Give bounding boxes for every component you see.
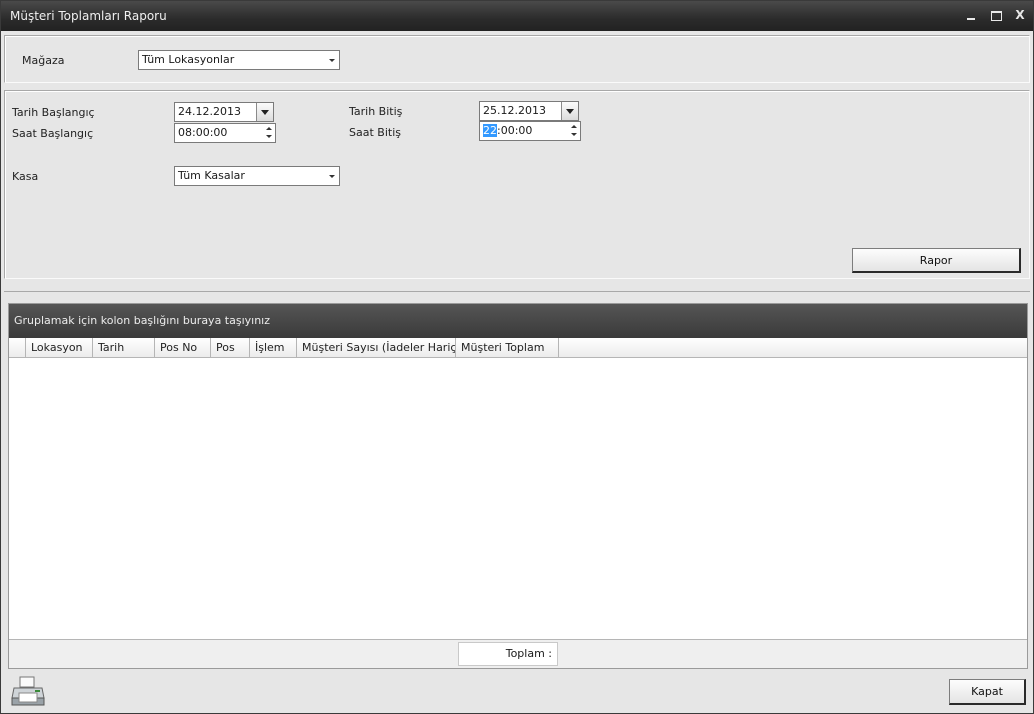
- minimize-icon[interactable]: [963, 7, 979, 23]
- filter-panel: Tarih Başlangıç 24.12.2013 Saat Başlangı…: [4, 90, 1030, 279]
- time-end-spinner[interactable]: 22:00:00: [479, 121, 581, 141]
- register-label: Kasa: [12, 170, 39, 183]
- date-end-label: Tarih Bitiş: [349, 105, 403, 118]
- group-by-panel[interactable]: Gruplamak için kolon başlığını buraya ta…: [9, 304, 1027, 338]
- calendar-dropdown-icon[interactable]: [561, 102, 578, 120]
- report-window: Müşteri Toplamları Raporu X Mağaza Tüm L…: [0, 0, 1034, 714]
- maximize-icon[interactable]: [988, 7, 1004, 23]
- date-start-label: Tarih Başlangıç: [12, 106, 95, 119]
- chevron-down-icon[interactable]: [329, 59, 335, 62]
- date-start-picker[interactable]: 24.12.2013: [174, 102, 274, 122]
- data-grid: Gruplamak için kolon başlığını buraya ta…: [8, 303, 1028, 669]
- date-start-value: 24.12.2013: [178, 105, 241, 118]
- time-start-label: Saat Başlangıç: [12, 127, 94, 140]
- store-panel: Mağaza Tüm Lokasyonlar: [4, 35, 1030, 83]
- title-bar[interactable]: Müşteri Toplamları Raporu X: [1, 1, 1033, 31]
- time-end-hour-selected[interactable]: 22: [483, 124, 497, 137]
- time-start-spinner[interactable]: 08:00:00: [174, 123, 276, 143]
- time-end-rest: :00:00: [497, 124, 533, 137]
- grid-header: Lokasyon Tarih Pos No Pos İşlem Müşteri …: [9, 338, 1027, 358]
- footer-total-cell: Toplam :: [458, 642, 558, 666]
- spin-up-icon[interactable]: [571, 125, 577, 128]
- column-header-tarih[interactable]: Tarih: [93, 338, 155, 357]
- column-header-pos[interactable]: Pos: [211, 338, 250, 357]
- close-icon[interactable]: X: [1012, 7, 1028, 23]
- divider: [4, 291, 1030, 292]
- spin-up-icon[interactable]: [266, 127, 272, 130]
- row-indicator-header: [9, 338, 26, 357]
- report-button[interactable]: Rapor: [852, 248, 1021, 273]
- column-header-musteri-toplam[interactable]: Müşteri Toplam: [456, 338, 559, 357]
- register-select[interactable]: Tüm Kasalar: [174, 166, 340, 186]
- spin-down-icon[interactable]: [571, 133, 577, 136]
- spin-down-icon[interactable]: [266, 135, 272, 138]
- time-start-value: 08:00:00: [178, 126, 228, 139]
- column-header-islem[interactable]: İşlem: [250, 338, 297, 357]
- register-select-value: Tüm Kasalar: [178, 169, 245, 182]
- grid-body[interactable]: [9, 359, 1027, 639]
- date-end-picker[interactable]: 25.12.2013: [479, 101, 579, 121]
- column-header-lokasyon[interactable]: Lokasyon: [26, 338, 93, 357]
- window-title: Müşteri Toplamları Raporu: [10, 9, 167, 23]
- calendar-dropdown-icon[interactable]: [256, 103, 273, 121]
- store-select-value: Tüm Lokasyonlar: [142, 53, 235, 66]
- printer-icon[interactable]: [11, 675, 45, 709]
- store-select[interactable]: Tüm Lokasyonlar: [138, 50, 340, 70]
- chevron-down-icon[interactable]: [329, 175, 335, 178]
- grid-footer: Toplam :: [9, 639, 1027, 668]
- column-header-pos-no[interactable]: Pos No: [155, 338, 211, 357]
- date-end-value: 25.12.2013: [483, 104, 546, 117]
- time-end-label: Saat Bitiş: [349, 126, 401, 139]
- store-label: Mağaza: [22, 54, 65, 67]
- close-button[interactable]: Kapat: [949, 679, 1026, 705]
- column-header-musteri-sayisi[interactable]: Müşteri Sayısı (İadeler Hariç): [297, 338, 456, 357]
